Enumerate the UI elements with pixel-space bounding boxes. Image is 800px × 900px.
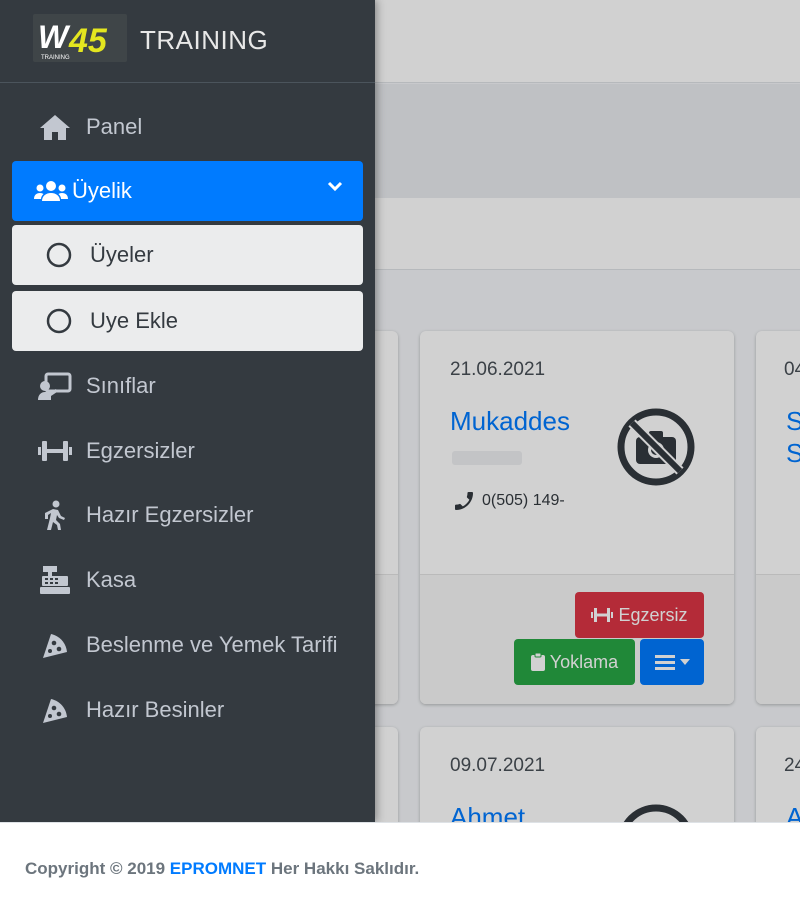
sidebar-item-nutrition-recipes[interactable]: Beslenme ve Yemek Tarifi: [12, 615, 363, 675]
logo-subtext: TRAINING: [41, 55, 70, 61]
sidebar-item-label: Hazır Egzersizler: [86, 502, 254, 527]
brand-logo: W 45 TRAINING: [33, 14, 127, 62]
copyright-text: Copyright © 2019 EPROMNET Her Hakkı Sakl…: [25, 859, 419, 879]
sidebar-item-label: Sınıflar: [86, 373, 156, 398]
sidebar-item-label: Üyeler: [90, 242, 154, 267]
sidebar-item-label: Kasa: [86, 567, 137, 592]
copyright-suffix: Her Hakkı Saklıdır.: [266, 859, 420, 878]
sidebar-item-ready-foods[interactable]: Hazır Besinler: [12, 680, 363, 740]
dumbbell-icon: [38, 434, 72, 468]
users-icon: [34, 174, 68, 208]
svg-text:W: W: [38, 19, 71, 55]
pizza-slice-icon: [38, 693, 72, 727]
pizza-slice-icon: [38, 628, 72, 662]
sidebar-item-label: Hazır Besinler: [86, 697, 225, 722]
brand-title: TRAINING: [140, 25, 269, 55]
w45-logo-icon: W 45 TRAINING: [38, 19, 108, 61]
brand-link[interactable]: W 45 TRAINING TRAINING: [0, 0, 375, 83]
epromnet-link[interactable]: EPROMNET: [170, 859, 266, 878]
sidebar-item-classes[interactable]: Sınıflar: [12, 356, 363, 416]
sidebar-item-label: Üyelik: [72, 178, 132, 203]
svg-text:45: 45: [68, 22, 108, 60]
circle-icon: [42, 304, 76, 338]
cash-register-icon: [38, 563, 72, 597]
sidebar-item-label: Uye Ekle: [90, 308, 179, 333]
sidebar-item-exercises[interactable]: Egzersizler: [12, 421, 363, 481]
sidebar-item-label: Egzersizler: [86, 438, 195, 463]
home-icon: [38, 110, 72, 144]
sidebar-item-panel[interactable]: Panel: [12, 97, 363, 157]
sidebar-item-cashbox[interactable]: Kasa: [12, 550, 363, 610]
sidebar-item-label: Beslenme ve Yemek Tarifi: [86, 632, 338, 657]
chalkboard-teacher-icon: [38, 369, 72, 403]
page-footer: Copyright © 2019 EPROMNET Her Hakkı Sakl…: [0, 822, 800, 900]
walking-icon: [38, 498, 72, 532]
sidebar: W 45 TRAINING TRAINING Panel Üyelik Üyel…: [0, 0, 375, 822]
sidebar-item-members[interactable]: Üyeler: [12, 225, 363, 285]
circle-icon: [42, 238, 76, 272]
sidebar-item-ready-exercises[interactable]: Hazır Egzersizler: [12, 485, 363, 545]
sidebar-item-label: Panel: [86, 114, 143, 139]
sidebar-item-membership[interactable]: Üyelik: [12, 161, 363, 221]
chevron-down-icon: [327, 181, 343, 192]
copyright-prefix: Copyright © 2019: [25, 859, 170, 878]
sidebar-item-add-member[interactable]: Uye Ekle: [12, 291, 363, 351]
